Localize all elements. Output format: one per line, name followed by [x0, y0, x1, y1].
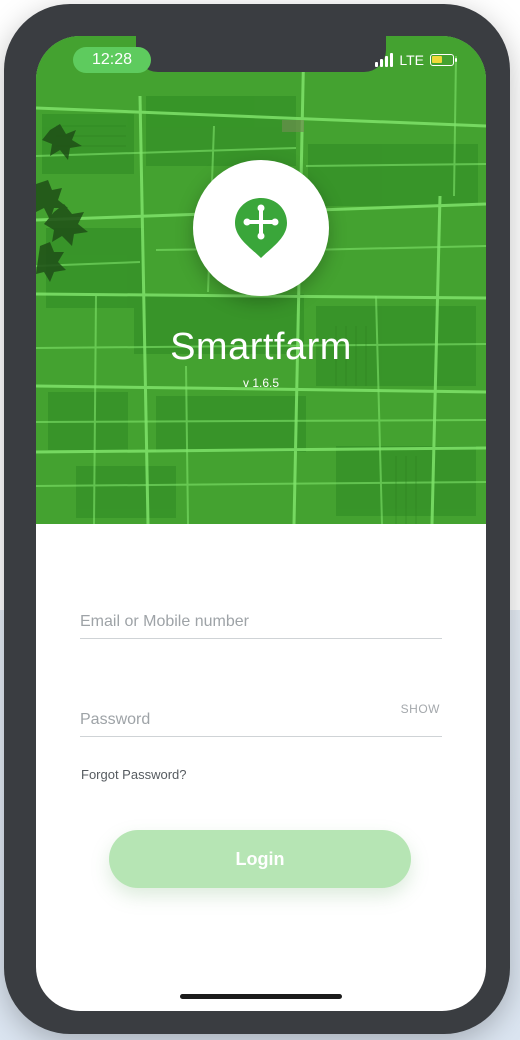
password-field[interactable]: Password SHOW: [80, 702, 442, 737]
phone-screen: 12:28 LTE Smartfarm v 1.6.5 Email or Mob…: [36, 36, 486, 1011]
phone-frame: 12:28 LTE Smartfarm v 1.6.5 Email or Mob…: [4, 4, 510, 1034]
show-password-toggle[interactable]: SHOW: [401, 702, 440, 716]
battery-icon: [430, 54, 457, 66]
home-indicator: [180, 994, 342, 999]
app-title: Smartfarm: [170, 326, 352, 368]
email-field[interactable]: Email or Mobile number: [80, 604, 442, 639]
status-indicators: LTE: [375, 50, 457, 70]
email-placeholder: Email or Mobile number: [80, 613, 249, 630]
password-placeholder: Password: [80, 711, 151, 728]
login-button[interactable]: Login: [109, 830, 411, 888]
hero-banner: 12:28 LTE Smartfarm v 1.6.5: [36, 36, 486, 524]
app-logo: [193, 160, 329, 296]
network-type: LTE: [399, 52, 424, 68]
app-version: v 1.6.5: [242, 376, 280, 390]
forgot-password-link[interactable]: Forgot Password?: [81, 767, 187, 782]
map-pin-crosshair-icon: [235, 198, 287, 258]
phone-notch: [136, 36, 386, 72]
signal-bars-icon: [375, 53, 394, 67]
status-time: 12:28: [73, 47, 151, 73]
